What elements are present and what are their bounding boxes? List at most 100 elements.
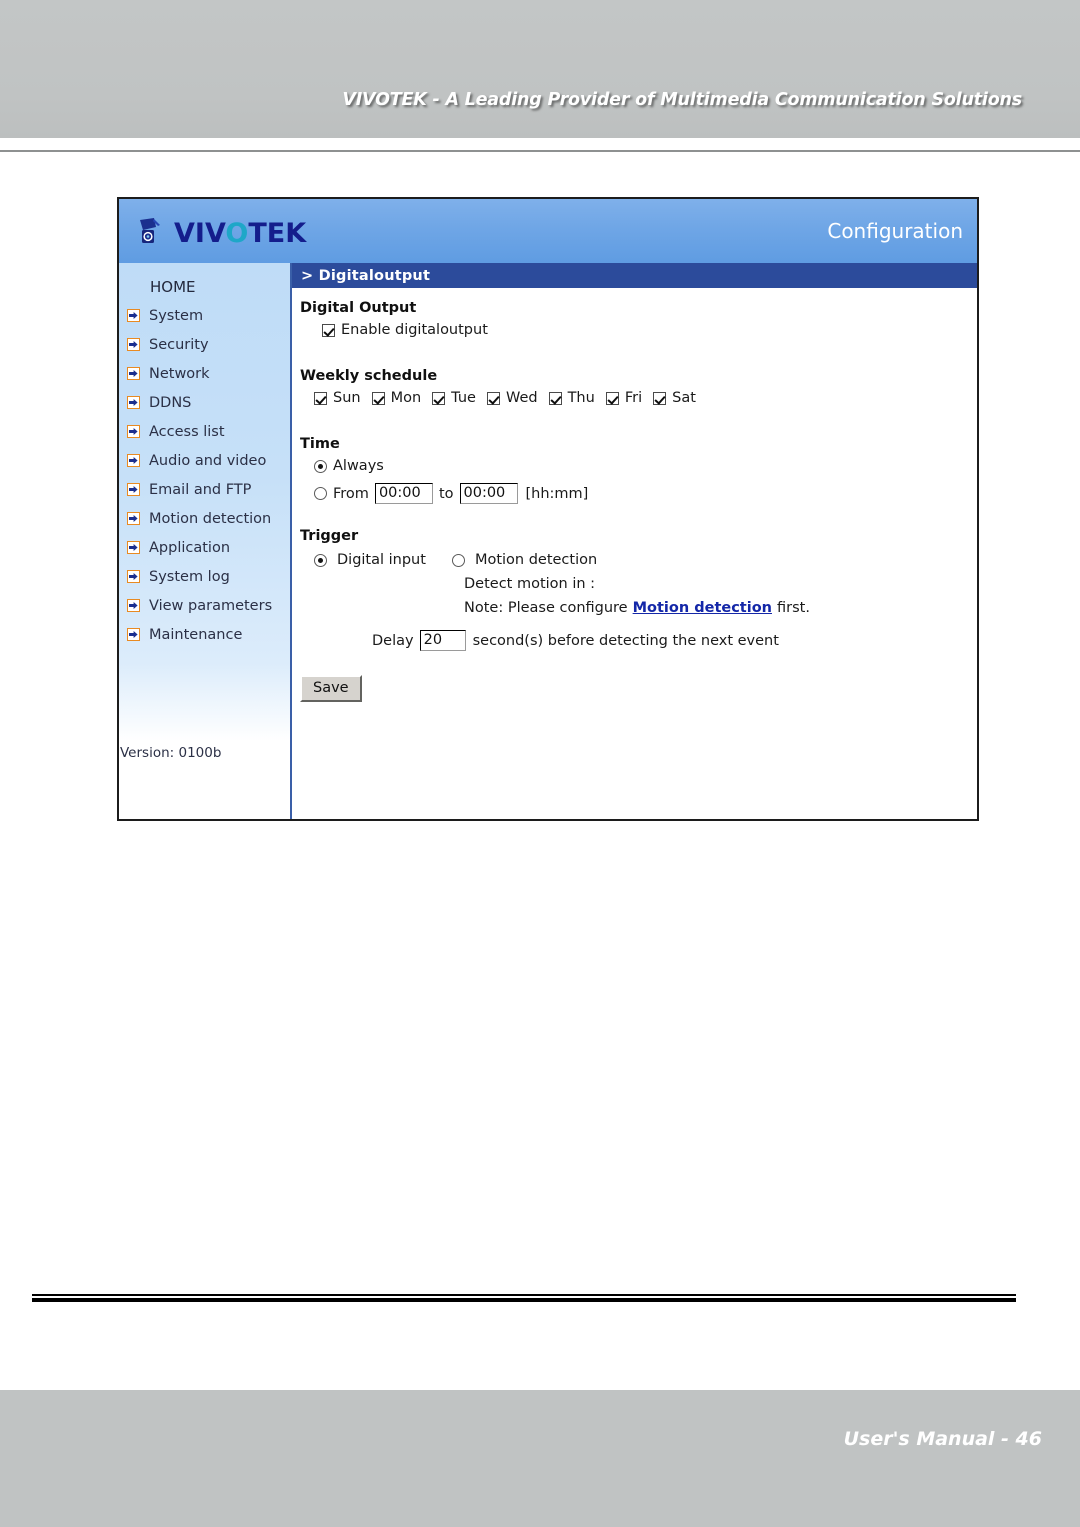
trigger-motion-detection-radio[interactable]	[451, 553, 465, 567]
page-footer-title: User's Manual - 46	[843, 1428, 1042, 1450]
arrow-right-icon	[127, 454, 140, 467]
day-checkbox-fri[interactable]	[605, 391, 619, 405]
delay-label: Delay	[372, 632, 414, 649]
sidebar-navigation: HOME System Security Network DDNS Access	[119, 263, 292, 819]
day-checkbox-sun[interactable]	[314, 391, 327, 405]
sidebar-item-view-parameters[interactable]: View parameters	[119, 591, 292, 620]
day-checkbox-wed[interactable]	[486, 391, 500, 405]
sidebar-item-label: System	[149, 307, 204, 324]
arrow-right-icon	[127, 570, 140, 583]
day-label: Sun	[333, 390, 361, 406]
sidebar-item-network[interactable]: Network	[119, 359, 292, 388]
trigger-motion-detection-label: Motion detection	[474, 552, 598, 568]
arrow-right-icon	[127, 338, 140, 351]
time-format-label: [hh:mm]	[525, 485, 589, 502]
arrow-right-icon	[127, 628, 140, 641]
sidebar-item-system-log[interactable]: System log	[119, 562, 292, 591]
logo-text-part1: VIV	[174, 217, 226, 249]
sidebar-item-access-list[interactable]: Access list	[119, 417, 292, 446]
detect-motion-label: Detect motion in :	[464, 576, 596, 592]
sidebar-item-label: Email and FTP	[149, 481, 252, 498]
save-button[interactable]: Save	[300, 675, 362, 702]
day-toggle-tue[interactable]: Tue	[432, 390, 476, 406]
day-label: Tue	[451, 390, 476, 406]
home-spacer-icon	[127, 280, 140, 293]
sidebar-item-maintenance[interactable]: Maintenance	[119, 620, 292, 649]
time-always-label: Always	[333, 458, 384, 474]
time-always-row[interactable]: Always	[300, 458, 977, 474]
vivotek-wordmark: VIVOTEK	[174, 220, 306, 247]
sidebar-item-label: Maintenance	[149, 626, 243, 643]
time-from-label: From	[333, 485, 369, 502]
sidebar-item-ddns[interactable]: DDNS	[119, 388, 292, 417]
header-divider-rule	[0, 150, 1080, 152]
sidebar-item-home[interactable]: HOME	[119, 272, 292, 301]
delay-input[interactable]	[419, 630, 466, 651]
day-toggle-fri[interactable]: Fri	[605, 390, 643, 406]
digitaloutput-form: Digital Output Enable digitaloutput Week…	[292, 288, 977, 702]
day-label: Mon	[390, 390, 422, 406]
time-always-radio[interactable]	[314, 459, 327, 473]
arrow-right-icon	[127, 425, 140, 438]
sidebar-item-security[interactable]: Security	[119, 330, 292, 359]
time-heading: Time	[300, 436, 340, 452]
sidebar-item-motion-detection[interactable]: Motion detection	[119, 504, 292, 533]
sidebar-item-audio-and-video[interactable]: Audio and video	[119, 446, 292, 475]
logo-text-o: O	[225, 217, 249, 249]
day-toggle-mon[interactable]: Mon	[371, 390, 422, 406]
time-to-input[interactable]	[459, 483, 518, 504]
sidebar-item-label: DDNS	[149, 394, 192, 411]
digital-output-heading: Digital Output	[300, 300, 417, 316]
day-toggle-sun[interactable]: Sun	[314, 390, 361, 406]
time-from-input[interactable]	[374, 483, 433, 504]
enable-digitaloutput-row[interactable]: Enable digitaloutput	[300, 322, 977, 338]
sidebar-item-label: Security	[149, 336, 209, 353]
page-footer-band	[0, 1390, 1080, 1527]
motion-detection-link[interactable]: Motion detection	[633, 600, 772, 616]
sidebar-item-label: View parameters	[149, 597, 273, 614]
page-header-title: VIVOTEK - A Leading Provider of Multimed…	[342, 90, 1022, 110]
day-label: Fri	[624, 390, 643, 406]
delay-suffix-label: second(s) before detecting the next even…	[472, 632, 779, 649]
trigger-motion-detection-option[interactable]: Motion detection	[451, 552, 598, 568]
sidebar-item-label: Network	[149, 365, 210, 382]
trigger-digital-input-option[interactable]: Digital input	[314, 552, 426, 568]
day-checkbox-thu[interactable]	[548, 391, 562, 405]
weekly-schedule-days: Sun Mon Tue Wed Thu Fri Sat	[300, 390, 977, 406]
detect-motion-row: Detect motion in :	[300, 576, 977, 592]
content-title-bar: > Digitaloutput	[292, 263, 977, 288]
trigger-digital-input-label: Digital input	[337, 552, 426, 568]
arrow-right-icon	[127, 599, 140, 612]
day-label: Sat	[672, 390, 696, 406]
trigger-digital-input-radio[interactable]	[314, 553, 327, 567]
main-content: > Digitaloutput Digital Output Enable di…	[292, 263, 977, 819]
window-body: HOME System Security Network DDNS Access	[119, 263, 977, 819]
sidebar-item-label: Application	[149, 539, 231, 556]
day-toggle-thu[interactable]: Thu	[548, 390, 595, 406]
day-checkbox-sat[interactable]	[653, 391, 667, 405]
window-topbar: VIVOTEK Configuration	[119, 199, 977, 263]
time-range-row[interactable]: From to [hh:mm]	[300, 483, 977, 504]
note-prefix-text: Note: Please configure	[464, 600, 628, 616]
day-label: Wed	[505, 390, 538, 406]
configuration-title: Configuration	[827, 219, 963, 243]
arrow-right-icon	[127, 541, 140, 554]
day-toggle-wed[interactable]: Wed	[486, 390, 538, 406]
content-title-text: > Digitaloutput	[301, 267, 431, 284]
sidebar-item-system[interactable]: System	[119, 301, 292, 330]
day-checkbox-tue[interactable]	[432, 391, 446, 405]
day-label: Thu	[567, 390, 595, 406]
day-toggle-sat[interactable]: Sat	[653, 390, 696, 406]
arrow-right-icon	[127, 309, 140, 322]
time-from-radio[interactable]	[314, 487, 327, 500]
sidebar-item-application[interactable]: Application	[119, 533, 292, 562]
footer-divider-rule	[32, 1294, 1016, 1304]
sidebar-item-email-and-ftp[interactable]: Email and FTP	[119, 475, 292, 504]
trigger-heading: Trigger	[300, 528, 359, 544]
enable-digitaloutput-checkbox[interactable]	[322, 323, 335, 337]
day-checkbox-mon[interactable]	[371, 391, 385, 405]
arrow-right-icon	[127, 512, 140, 525]
note-suffix-text: first.	[777, 600, 810, 616]
arrow-right-icon	[127, 483, 140, 496]
weekly-schedule-heading: Weekly schedule	[300, 368, 438, 384]
